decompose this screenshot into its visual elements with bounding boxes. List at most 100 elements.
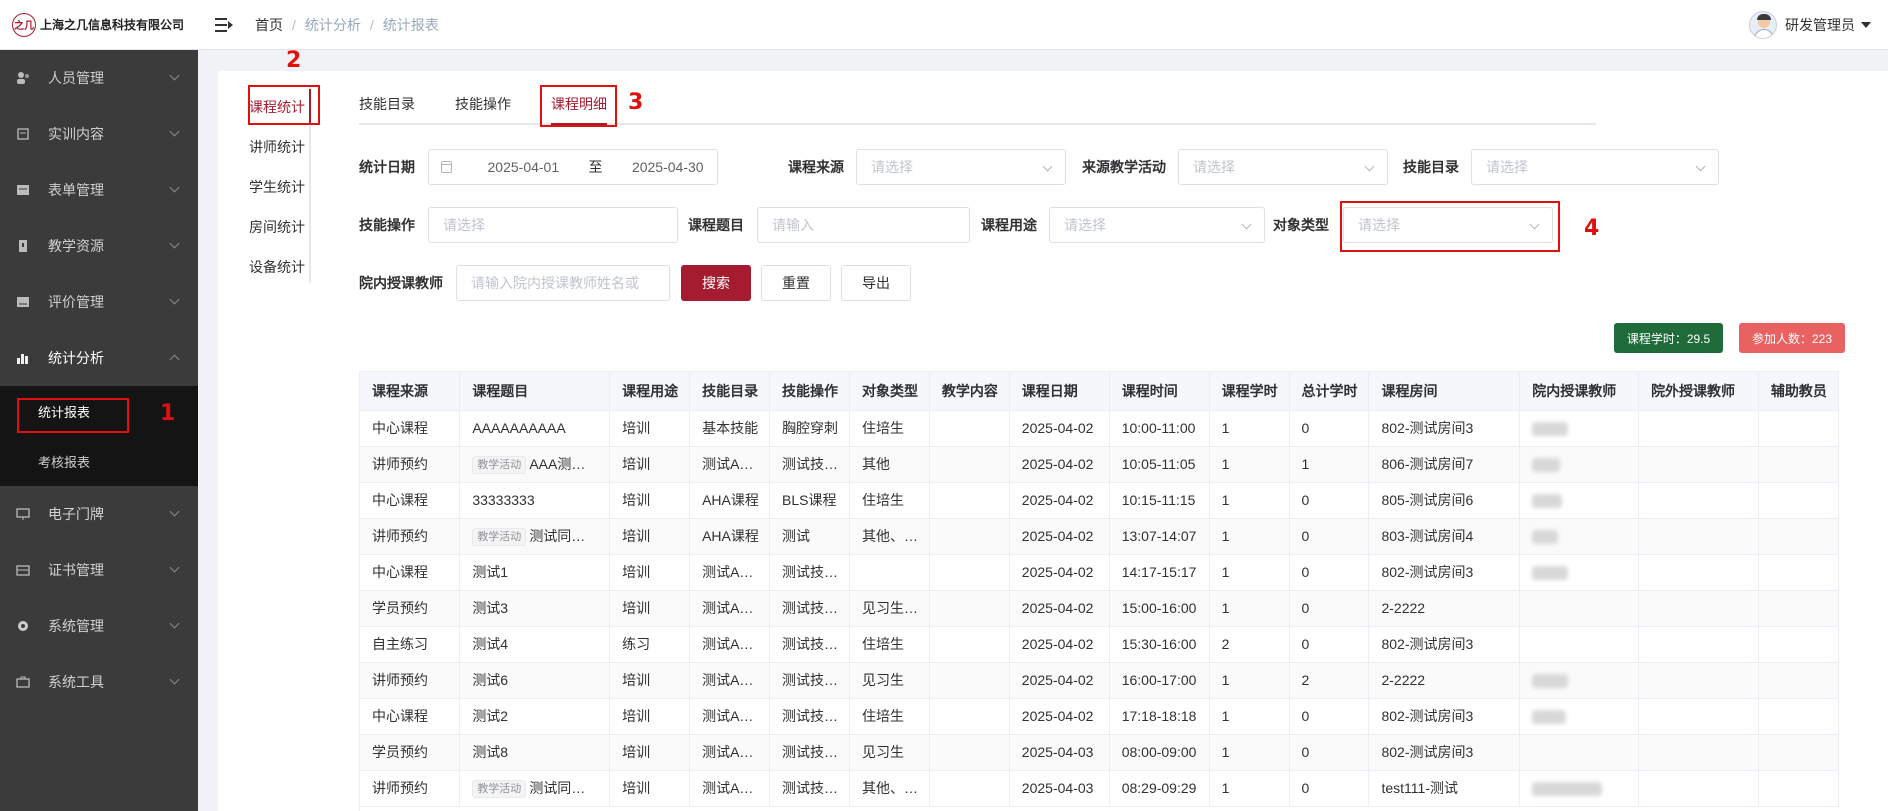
table-cell-assistant	[1758, 554, 1839, 591]
column-header: 课程用途	[609, 372, 691, 411]
evaluation-icon	[16, 295, 30, 309]
table-row[interactable]: 中心课程 测试1 培训 测试A… 测试技… 2025-04-02 14:17-15:17 1 0…	[360, 554, 1839, 591]
sidebar-item-e-signage[interactable]: 电子门牌	[0, 486, 198, 542]
side-tab-teacher-stats[interactable]: 讲师统计	[245, 127, 309, 167]
avatar[interactable]	[1749, 11, 1777, 39]
table-row[interactable]: 中心课程 33333333 培训 AHA课程 BLS课程 住培生 2025-04-02 10:…	[360, 482, 1839, 519]
table-row[interactable]: 中心课程 测试2 培训 测试A… 测试技… 住培生 2025-04-02 17:18-18:1…	[360, 698, 1839, 735]
tab-skill-operation[interactable]: 技能操作	[455, 71, 511, 123]
table-row[interactable]: 讲师预约 教学活动 测试同… 培训 AHA课程 测试 其他、… 2025-04-02 13:07…	[360, 518, 1839, 555]
sidebar-item-system[interactable]: 系统管理	[0, 598, 198, 654]
tab-skill-catalog[interactable]: 技能目录	[359, 71, 415, 123]
table-cell-title: 教学活动 测试同…	[459, 770, 611, 807]
activity-tag: 教学活动	[472, 528, 527, 546]
caret-down-icon[interactable]	[1861, 22, 1871, 28]
table-cell-use: 培训	[609, 518, 691, 555]
table-cell-total: 0	[1289, 734, 1370, 771]
column-header: 课程来源	[360, 372, 461, 411]
hamburger-icon[interactable]	[215, 17, 233, 32]
table-row[interactable]: 学员预约 测试8 培训 测试A… 测试技… 见习生 2025-04-03 08:00-09:0…	[360, 734, 1839, 771]
side-tab-device-stats[interactable]: 设备统计	[245, 247, 309, 287]
table-cell-source: 中心课程	[360, 554, 461, 591]
submenu-item-exam-report[interactable]: 考核报表	[0, 436, 198, 486]
date-range-picker[interactable]: 2025-04-01 至 2025-04-30	[428, 149, 718, 185]
table-cell-source: 自主练习	[360, 626, 461, 663]
sidebar-item-training[interactable]: 实训内容	[0, 106, 198, 162]
user-name[interactable]: 研发管理员	[1785, 15, 1855, 35]
column-header: 对象类型	[849, 372, 930, 411]
sidebar-item-certificates[interactable]: 证书管理	[0, 542, 198, 598]
teaching-activity-select[interactable]: 请选择	[1178, 149, 1388, 185]
reset-button[interactable]: 重置	[761, 265, 831, 301]
teacher-input[interactable]: 请输入院内授课教师姓名或	[456, 265, 670, 301]
course-use-select[interactable]: 请选择	[1049, 207, 1265, 243]
table-cell-operation: 胸腔穿刺	[769, 410, 850, 447]
course-source-select[interactable]: 请选择	[856, 149, 1066, 185]
table-cell-date: 2025-04-03	[1009, 770, 1110, 807]
sidebar-item-forms[interactable]: 表单管理	[0, 162, 198, 218]
sidebar-item-label: 人员管理	[48, 70, 104, 86]
table-row[interactable]: 讲师预约 测试6 培训 测试A… 测试技… 见习生 2025-04-02 16:00-17:0…	[360, 662, 1839, 699]
table-cell-date: 2025-04-02	[1009, 626, 1110, 663]
table-row[interactable]: 讲师预约 教学活动 测试同… 培训 测试A… 测试技… 其他、… 2025-04-03 08:2…	[360, 770, 1839, 807]
skill-catalog-label: 技能目录	[1403, 159, 1459, 175]
table-cell-title: 测试6	[459, 662, 611, 699]
table-row[interactable]: 学员预约 测试3 培训 测试A… 测试技… 见习生… 2025-04-02 15:00-16:…	[360, 590, 1839, 627]
table-cell-catalog: 测试A…	[689, 626, 771, 663]
course-title-input[interactable]: 请输入	[757, 207, 970, 243]
table-cell-target: 住培生	[849, 410, 930, 447]
table-cell-target: 住培生	[849, 698, 930, 735]
sidebar-item-label: 统计分析	[48, 350, 104, 366]
table-cell-time: 17:18-18:18	[1109, 698, 1210, 735]
table-cell-use: 练习	[609, 626, 691, 663]
table-cell-date: 2025-04-02	[1009, 698, 1110, 735]
table-cell-use: 培训	[609, 734, 691, 771]
date-end[interactable]: 2025-04-30	[619, 150, 717, 184]
export-button[interactable]: 导出	[841, 265, 911, 301]
sidebar-item-label: 系统管理	[48, 618, 104, 634]
placeholder: 请选择	[1193, 159, 1235, 175]
sidebar-item-system-tools[interactable]: 系统工具	[0, 654, 198, 710]
side-tab-student-stats[interactable]: 学生统计	[245, 167, 309, 207]
table-row[interactable]: 讲师预约 教学活动 AAA测… 培训 测试A… 测试技… 其他 2025-04-02 10:05…	[360, 446, 1839, 483]
table-row[interactable]: 中心课程 AAAAAAAAAA 培训 基本技能 胸腔穿刺 住培生 2025-04-02 10:…	[360, 410, 1839, 447]
table-cell-total: 0	[1289, 590, 1370, 627]
table-cell-hours: 2	[1209, 626, 1290, 663]
chevron-down-icon	[1042, 161, 1053, 172]
table-cell-date: 2025-04-02	[1009, 410, 1110, 447]
table-cell-hours: 1	[1209, 410, 1290, 447]
table-cell-room: 803-测试房间4	[1368, 518, 1521, 555]
side-tab-room-stats[interactable]: 房间统计	[245, 207, 309, 247]
table-cell-room: 802-测试房间3	[1368, 410, 1521, 447]
search-button[interactable]: 搜索	[681, 265, 751, 301]
table-cell-target: 见习生…	[849, 590, 930, 627]
redacted-name	[1532, 710, 1567, 725]
table-cell-inner-teacher	[1519, 734, 1640, 771]
sidebar-item-evaluation[interactable]: 评价管理	[0, 274, 198, 330]
highlight-box-2	[248, 85, 320, 125]
skill-operation-select[interactable]: 请选择	[428, 207, 678, 243]
course-title-text: 测试同…	[529, 780, 586, 796]
main-card: 课程统计 讲师统计 学生统计 房间统计 设备统计 技能目录 技能操作 课程明细 …	[218, 71, 1888, 811]
sidebar-item-label: 评价管理	[48, 294, 104, 310]
table-cell-source: 中心课程	[360, 482, 461, 519]
skill-catalog-select[interactable]: 请选择	[1471, 149, 1719, 185]
sidebar-item-statistics[interactable]: 统计分析	[0, 330, 198, 386]
table-cell-content	[929, 446, 1010, 483]
table-cell-catalog: 测试A…	[689, 446, 771, 483]
redacted-name	[1532, 530, 1559, 545]
company-name: 上海之几信息科技有限公司	[40, 18, 185, 32]
sidebar-item-personnel[interactable]: 人员管理	[0, 50, 198, 106]
breadcrumb-home[interactable]: 首页	[255, 15, 283, 35]
table-cell-use: 培训	[609, 590, 691, 627]
sidebar-item-resources[interactable]: 教学资源	[0, 218, 198, 274]
date-start[interactable]: 2025-04-01	[474, 150, 572, 184]
table-cell-title: 测试4	[459, 626, 611, 663]
table-cell-source: 讲师预约	[360, 662, 461, 699]
table-row[interactable]: 自主练习 测试4 练习 测试A… 测试技… 住培生 2025-04-02 15:30-16:0…	[360, 626, 1839, 663]
target-type-label: 对象类型	[1273, 217, 1329, 233]
user-menu[interactable]: 研发管理员	[1749, 11, 1871, 39]
redacted-name	[1532, 674, 1569, 689]
company-logo: 之几 上海之几信息科技有限公司	[0, 0, 198, 50]
chevron-down-icon	[169, 126, 180, 137]
